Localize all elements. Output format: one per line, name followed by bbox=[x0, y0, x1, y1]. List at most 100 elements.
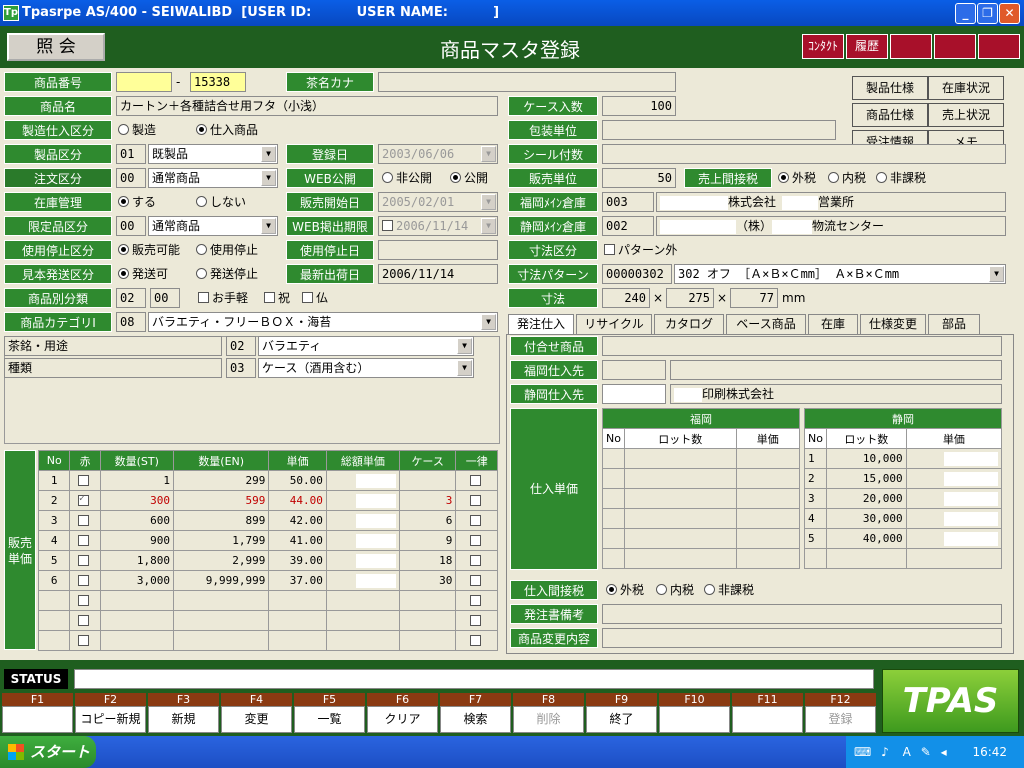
tab-catalog[interactable]: カタログ bbox=[654, 314, 724, 334]
checkbox-icon[interactable] bbox=[77, 554, 89, 566]
chevron-down-icon[interactable]: ▼ bbox=[481, 146, 496, 162]
row-price[interactable]: 41.00 bbox=[268, 530, 327, 551]
checkbox-icon[interactable] bbox=[77, 614, 89, 626]
fkey-f4[interactable]: F4 変更 bbox=[221, 693, 292, 733]
fkey-f12[interactable]: F12 登録 bbox=[805, 693, 876, 733]
row-qty-st[interactable]: 900 bbox=[99, 530, 175, 551]
chevron-down-icon[interactable]: ▼ bbox=[261, 146, 276, 162]
checkbox-icon[interactable] bbox=[469, 634, 481, 646]
checkbox-icon[interactable] bbox=[77, 514, 89, 526]
assort-field[interactable] bbox=[602, 336, 1002, 356]
fukuoka-wh-name[interactable]: 株式会社 営業所 bbox=[656, 192, 1006, 212]
tax-radio-internal[interactable]: 内税 bbox=[828, 168, 866, 188]
row-price[interactable]: 39.00 bbox=[268, 550, 327, 571]
shizuoka-wh-name[interactable]: （株） 物流センター bbox=[656, 216, 1006, 236]
ptax-radio-exempt[interactable]: 非課税 bbox=[704, 580, 754, 600]
chevron-down-icon[interactable]: ▼ bbox=[457, 338, 472, 354]
row-price[interactable]: 42.00 bbox=[268, 510, 327, 531]
row-flat-checkbox[interactable] bbox=[455, 490, 498, 511]
sub-class-b[interactable]: 00 bbox=[150, 288, 180, 308]
stock-radio-yes[interactable]: する bbox=[118, 192, 156, 212]
prod-class-select[interactable]: 既製品 ▼ bbox=[148, 144, 278, 164]
fkey-f3[interactable]: F3 新規 bbox=[148, 693, 219, 733]
sales-unit-field[interactable]: 50 bbox=[602, 168, 676, 188]
row-flat-checkbox[interactable] bbox=[455, 550, 498, 571]
tab-spec-change[interactable]: 仕様変更 bbox=[860, 314, 926, 334]
sale-start-field[interactable]: 2005/02/01 ▼ bbox=[378, 192, 498, 212]
attr-code-2[interactable]: 03 bbox=[226, 358, 256, 378]
row-qty-st[interactable]: 600 bbox=[99, 510, 175, 531]
row-flat-checkbox[interactable] bbox=[455, 530, 498, 551]
fkey-f10[interactable]: F10 bbox=[659, 693, 730, 733]
web-radio-public[interactable]: 公開 bbox=[450, 168, 488, 188]
prod-class-code[interactable]: 01 bbox=[116, 144, 146, 164]
fkey-f1[interactable]: F1 bbox=[2, 693, 73, 733]
chevron-down-icon[interactable]: ▼ bbox=[989, 266, 1004, 282]
product-no-a-field[interactable] bbox=[116, 72, 172, 92]
mode-button[interactable]: 照 会 bbox=[7, 33, 105, 61]
reg-date-field[interactable]: 2003/06/06 ▼ bbox=[378, 144, 498, 164]
chevron-down-icon[interactable]: ▼ bbox=[481, 218, 496, 234]
sales-status-button[interactable]: 売上状況 bbox=[928, 103, 1004, 127]
fkey-f5[interactable]: F5 一覧 bbox=[294, 693, 365, 733]
limited-select[interactable]: 通常商品 ▼ bbox=[148, 216, 278, 236]
close-button[interactable]: ✕ bbox=[999, 3, 1020, 24]
checkbox-icon[interactable] bbox=[469, 574, 481, 586]
row-qty-en[interactable]: 899 bbox=[172, 510, 270, 531]
row-red-checkbox[interactable] bbox=[69, 530, 101, 551]
header-button-4[interactable] bbox=[934, 34, 976, 59]
history-button[interactable]: 履歴 bbox=[846, 34, 888, 59]
attr-select-2[interactable]: ケース（酒用含む） ▼ bbox=[258, 358, 474, 378]
row-price[interactable]: 50.00 bbox=[268, 470, 327, 491]
stop-radio-available[interactable]: 販売可能 bbox=[118, 240, 180, 260]
row-red-checkbox[interactable] bbox=[69, 490, 101, 511]
checkbox-icon[interactable] bbox=[469, 474, 481, 486]
row-flat-checkbox[interactable] bbox=[455, 570, 498, 591]
row-red-checkbox[interactable] bbox=[69, 470, 101, 491]
row-red-checkbox[interactable] bbox=[69, 570, 101, 591]
fkey-f2[interactable]: F2 コピー新規 bbox=[75, 693, 146, 733]
size-pattern-select[interactable]: 302 オフ ［Ａ×Ｂ×Ｃmm］ Ａ×Ｂ×Ｃmm ▼ bbox=[674, 264, 1006, 284]
checkbox-icon[interactable] bbox=[469, 514, 481, 526]
maximize-button[interactable]: ❐ bbox=[977, 3, 998, 24]
web-end-field[interactable]: 2006/11/14 ▼ bbox=[378, 216, 498, 236]
fkey-f7[interactable]: F7 検索 bbox=[440, 693, 511, 733]
header-button-5[interactable] bbox=[978, 34, 1020, 59]
attr-code-1[interactable]: 02 bbox=[226, 336, 256, 356]
sub-class-a[interactable]: 02 bbox=[116, 288, 146, 308]
network-icon[interactable]: ◂ bbox=[941, 745, 947, 759]
tax-radio-exempt[interactable]: 非課税 bbox=[876, 168, 926, 188]
shizuoka-sup-name[interactable]: 印刷株式会社 bbox=[670, 384, 1002, 404]
dim-c-field[interactable]: 77 bbox=[730, 288, 778, 308]
limited-code[interactable]: 00 bbox=[116, 216, 146, 236]
row-total[interactable] bbox=[325, 490, 400, 511]
sub-chk-easy[interactable]: お手軽 bbox=[198, 288, 248, 308]
pen-icon[interactable]: ✎ bbox=[921, 745, 931, 759]
dim-b-field[interactable]: 275 bbox=[666, 288, 714, 308]
tab-base-product[interactable]: ベース商品 bbox=[726, 314, 806, 334]
row-price[interactable]: 44.00 bbox=[268, 490, 327, 511]
row-total[interactable] bbox=[325, 550, 400, 571]
fkey-f8[interactable]: F8 削除 bbox=[513, 693, 584, 733]
row-flat-checkbox[interactable] bbox=[455, 510, 498, 531]
checkbox-icon[interactable] bbox=[77, 574, 89, 586]
chevron-down-icon[interactable]: ▼ bbox=[261, 170, 276, 186]
item-spec-button[interactable]: 商品仕様 bbox=[852, 103, 928, 127]
ime-indicator[interactable]: A bbox=[903, 745, 911, 759]
category-code[interactable]: 08 bbox=[116, 312, 146, 332]
row-flat-checkbox[interactable] bbox=[455, 470, 498, 491]
row-total[interactable] bbox=[325, 530, 400, 551]
speaker-icon[interactable]: ♪ bbox=[881, 745, 889, 759]
row-price[interactable]: 37.00 bbox=[268, 570, 327, 591]
product-spec-button[interactable]: 製品仕様 bbox=[852, 76, 928, 100]
shizuoka-sup-code[interactable] bbox=[602, 384, 666, 404]
stock-radio-no[interactable]: しない bbox=[196, 192, 246, 212]
po-note-field[interactable] bbox=[602, 604, 1002, 624]
sample-radio-stop[interactable]: 発送停止 bbox=[196, 264, 258, 284]
dim-a-field[interactable]: 240 bbox=[602, 288, 650, 308]
checkbox-icon[interactable] bbox=[469, 534, 481, 546]
fukuoka-wh-code[interactable]: 003 bbox=[602, 192, 654, 212]
fukuoka-sup-name[interactable] bbox=[670, 360, 1002, 380]
row-total[interactable] bbox=[325, 570, 400, 591]
web-radio-private[interactable]: 非公開 bbox=[382, 168, 432, 188]
